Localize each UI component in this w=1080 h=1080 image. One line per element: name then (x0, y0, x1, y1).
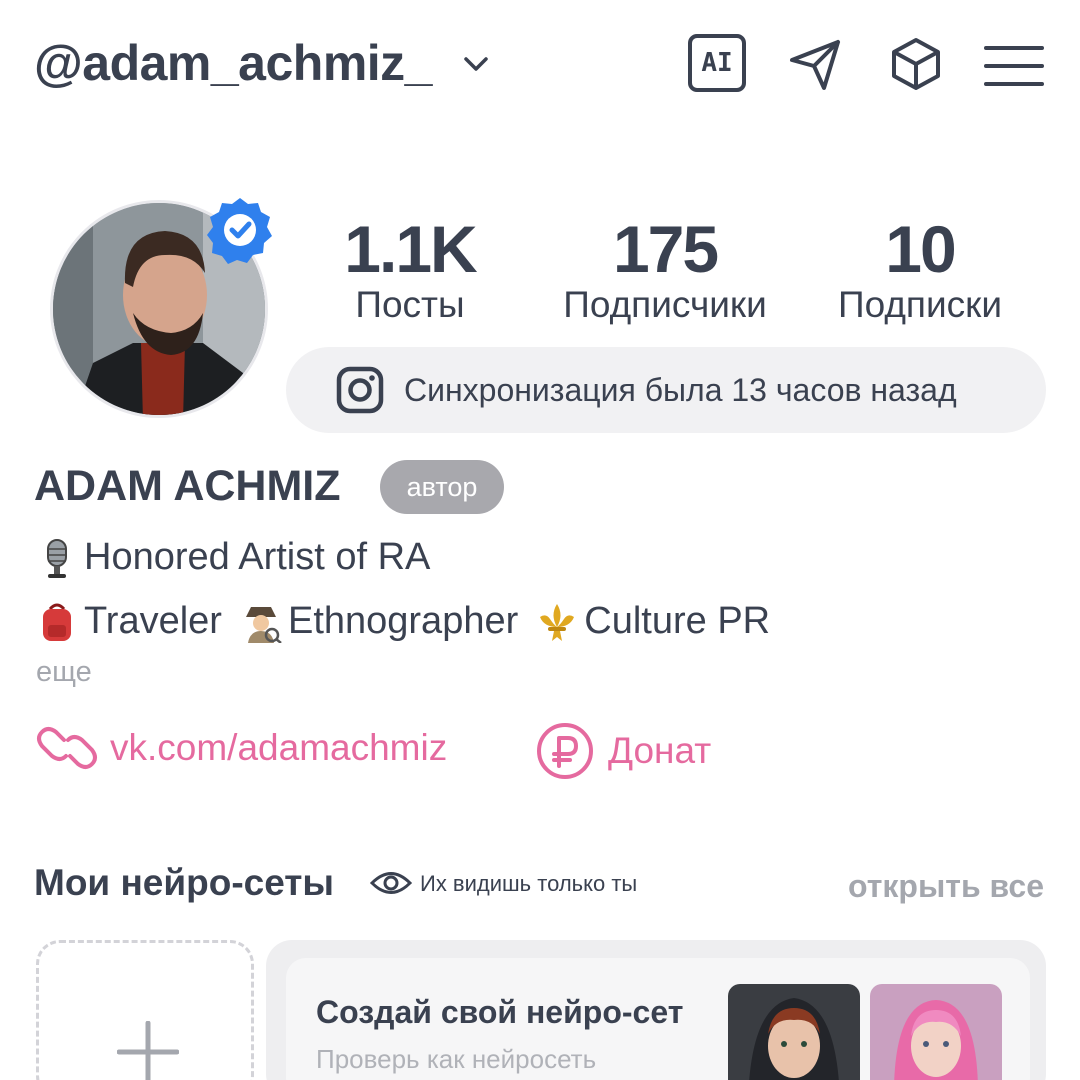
open-all-link[interactable]: открыть все (848, 868, 1044, 905)
eye-icon (370, 872, 412, 894)
link-icon (37, 727, 97, 769)
stat-following[interactable]: 10 Подписки (820, 214, 1020, 326)
backpack-icon (43, 603, 71, 641)
bio-text-1: Honored Artist of RA (84, 536, 431, 578)
ruble-icon (537, 723, 593, 779)
plus-icon (117, 1021, 179, 1080)
stat-posts[interactable]: 1.1K Посты (340, 214, 480, 326)
stat-following-value: 10 (885, 212, 956, 286)
sync-status[interactable]: Синхронизация была 13 часов назад (286, 347, 1046, 433)
portrait-image (870, 984, 1002, 1080)
neuro-thumbnail-2[interactable] (870, 984, 1002, 1080)
microphone-icon (47, 538, 67, 578)
display-name: ADAM ACHMIZ (34, 462, 341, 510)
bio-more-link[interactable]: еще (36, 656, 92, 689)
ai-label: AI (701, 48, 733, 78)
bio-text-2b: Ethnographer (287, 600, 519, 642)
visibility-note: Их видишь только ты (420, 871, 638, 896)
donate-link[interactable]: Донат (536, 722, 711, 780)
portrait-image (728, 984, 860, 1080)
verified-badge-icon (207, 198, 272, 264)
section-title: Мои нейро-сеты (34, 862, 335, 903)
profile-link-text: vk.com/adamachmiz (110, 727, 448, 768)
profile-link[interactable]: vk.com/adamachmiz (34, 722, 447, 774)
stat-followers-label: Подписчики (563, 284, 767, 325)
instagram-icon (336, 366, 384, 414)
chevron-down-icon[interactable] (460, 50, 492, 78)
bio-text-2a: Traveler (84, 600, 222, 642)
neuro-thumbnail-1[interactable] (728, 984, 860, 1080)
stat-following-label: Подписки (837, 284, 1002, 325)
promo-subtitle: Проверь как нейросеть (316, 1044, 597, 1074)
bio-line-2: Traveler Ethnographer Culture PR (36, 600, 770, 643)
bio-line-1: Honored Artist of RA (36, 536, 430, 579)
promo-title: Создай свой нейро-сет (316, 994, 684, 1030)
bio-text-2c: Culture PR (584, 600, 771, 642)
fleur-de-lis-icon (540, 603, 575, 641)
add-neuro-set-button[interactable] (36, 940, 254, 1080)
stat-posts-label: Посты (355, 284, 465, 325)
detective-icon (245, 606, 282, 643)
sync-text: Синхронизация была 13 часов назад (404, 371, 957, 408)
stat-followers[interactable]: 175 Подписчики (540, 214, 790, 326)
profile-username[interactable]: @adam_achmiz_ (34, 34, 433, 92)
stat-followers-value: 175 (612, 212, 719, 286)
send-icon[interactable] (786, 34, 846, 94)
stat-posts-value: 1.1K (344, 212, 477, 286)
role-badge: автор (380, 460, 504, 514)
menu-icon[interactable] (984, 34, 1044, 94)
cube-icon[interactable] (886, 34, 946, 94)
donate-text: Донат (608, 730, 712, 771)
ai-button[interactable]: AI (688, 34, 746, 92)
